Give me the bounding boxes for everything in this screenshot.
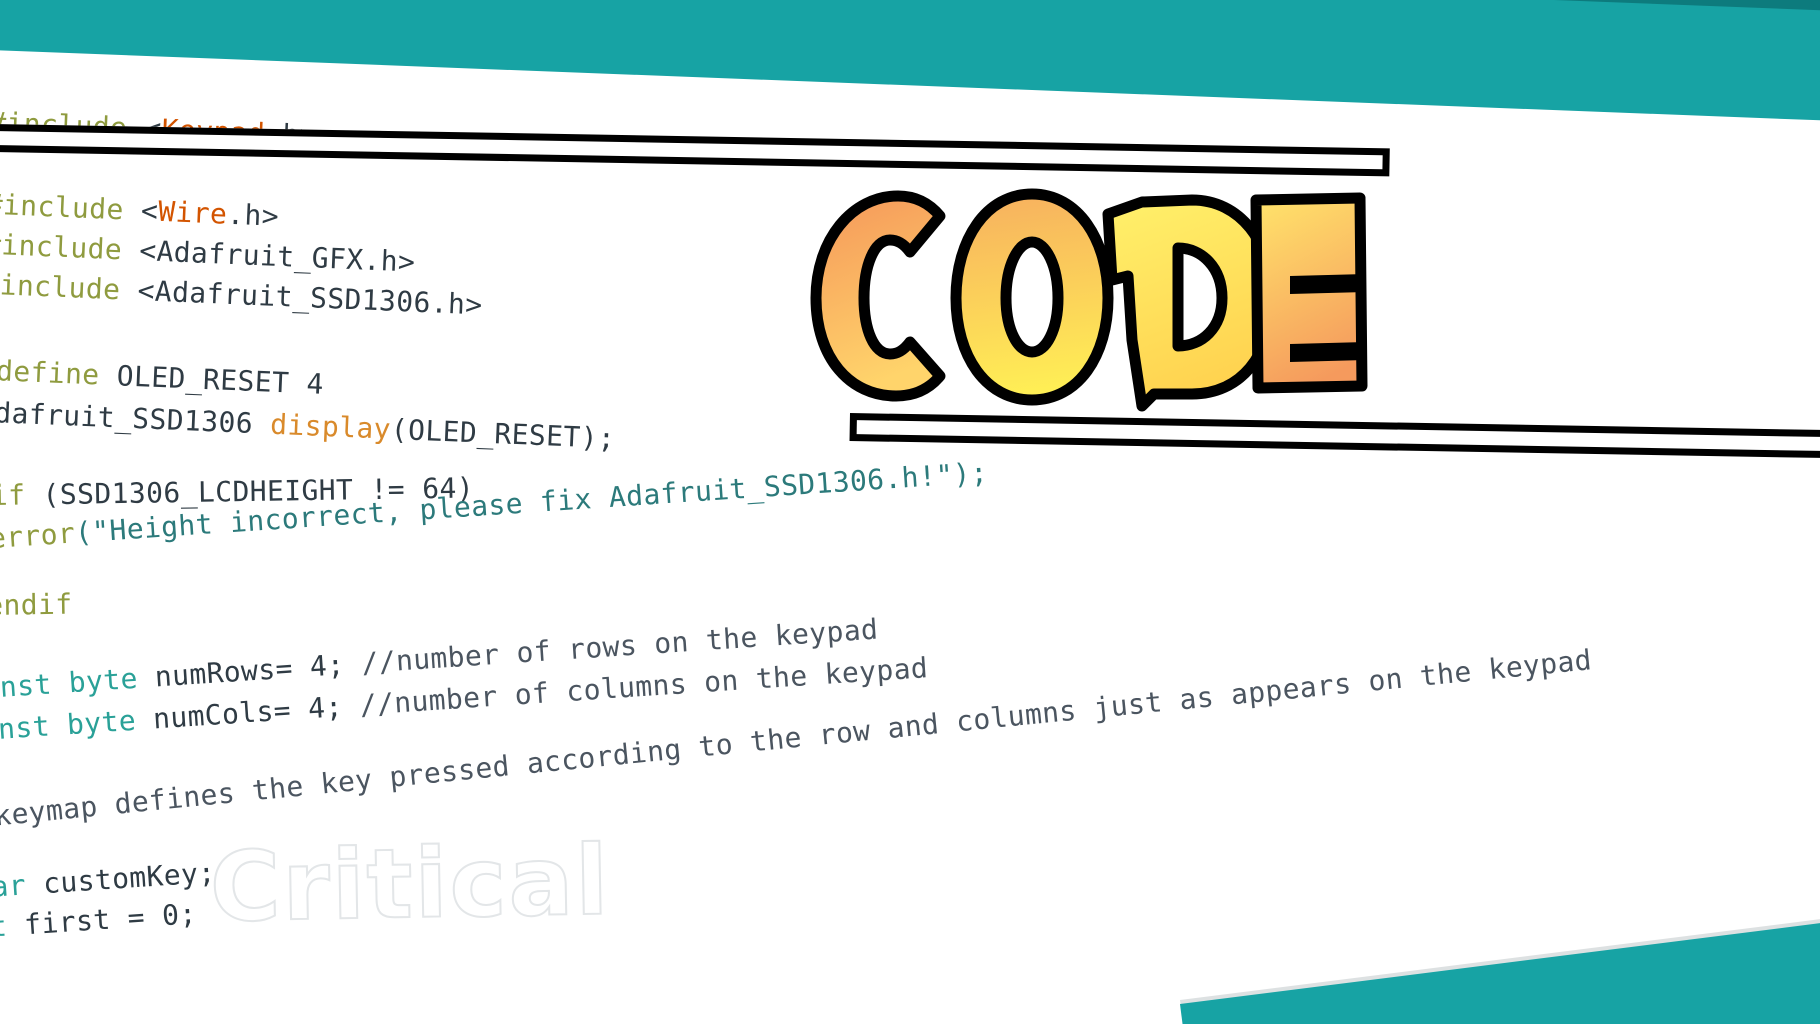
- code-letter-o: [950, 188, 1114, 406]
- code-letter-c: [810, 190, 946, 402]
- code-line-include-wire: #include <Wire.h>: [0, 187, 280, 233]
- code-line-display-declaration: Adafruit_SSD1306 display(OLED_RESET);: [0, 395, 616, 456]
- code-line-define-oled-reset: #define OLED_RESET 4: [0, 353, 325, 401]
- code-line-int-first: int first = 0;: [0, 896, 198, 946]
- slide-canvas: #include <Keypad.h> #include <Wire.h> #i…: [0, 0, 1820, 1024]
- code-letter-d: [1102, 194, 1278, 412]
- code-title-graphic: [790, 180, 1370, 412]
- watermark-text: Critical: [208, 824, 612, 945]
- code-line-endif: #endif: [0, 587, 73, 623]
- code-letter-e: [1250, 192, 1368, 394]
